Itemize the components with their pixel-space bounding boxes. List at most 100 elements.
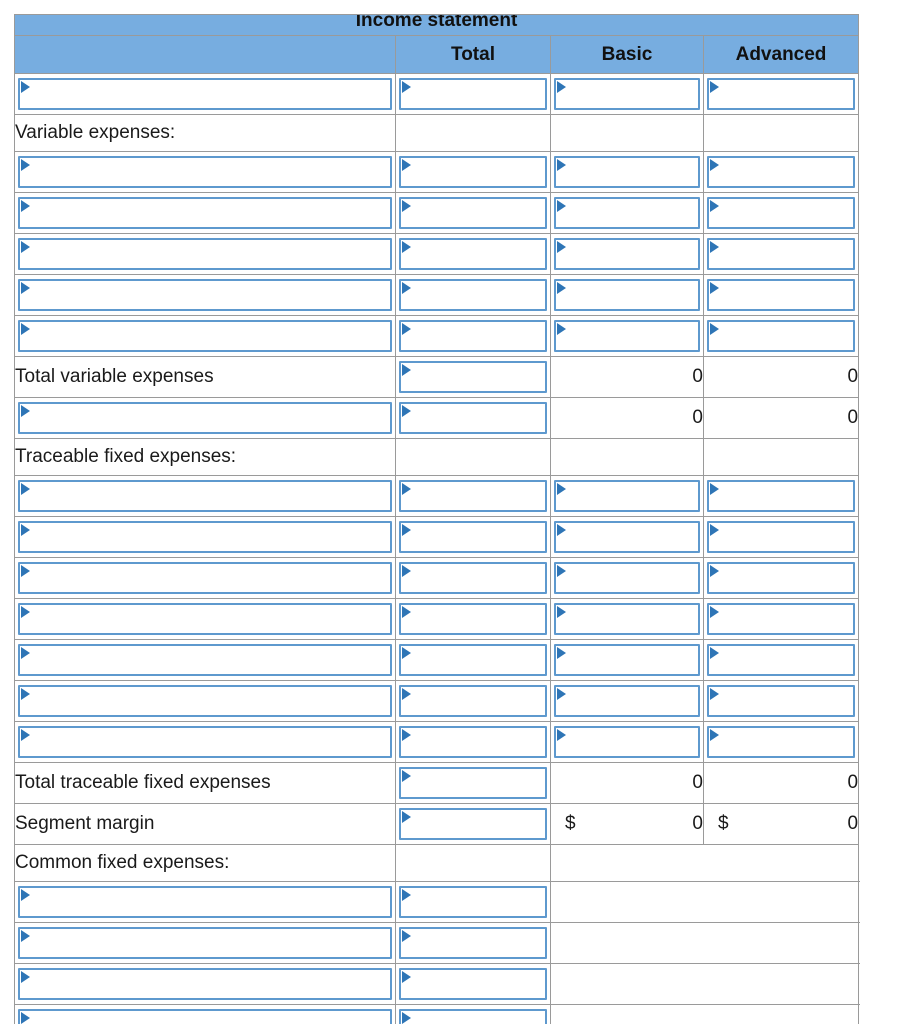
value-dropdown-cell-total[interactable] <box>395 598 551 640</box>
value-cell-basic[interactable]: 0 <box>550 397 704 439</box>
value-dropdown-basic[interactable] <box>554 197 700 229</box>
account-name-dropdown[interactable] <box>18 644 392 676</box>
account-name-dropdown[interactable] <box>18 562 392 594</box>
value-dropdown-total[interactable] <box>399 279 547 311</box>
value-dropdown-cell-basic[interactable] <box>550 274 704 316</box>
value-dropdown-cell-total[interactable] <box>395 516 551 558</box>
value-dropdown-basic[interactable] <box>554 685 700 717</box>
label-dropdown-cell[interactable] <box>14 881 396 923</box>
label-dropdown-cell[interactable] <box>14 639 396 681</box>
value-dropdown-cell-basic[interactable] <box>550 721 704 763</box>
value-dropdown-basic[interactable] <box>554 726 700 758</box>
account-name-dropdown[interactable] <box>18 402 392 434</box>
value-dropdown-total[interactable] <box>399 521 547 553</box>
value-dropdown-total[interactable] <box>399 562 547 594</box>
account-name-dropdown[interactable] <box>18 320 392 352</box>
value-dropdown-total[interactable] <box>399 78 547 110</box>
value-dropdown-advanced[interactable] <box>707 320 856 352</box>
value-dropdown-advanced[interactable] <box>707 279 856 311</box>
value-dropdown-total[interactable] <box>399 156 547 188</box>
money-cell-advanced[interactable]: $0 <box>702 803 860 845</box>
value-dropdown-cell-total[interactable] <box>395 192 551 234</box>
value-dropdown-cell-total[interactable] <box>395 881 551 923</box>
value-dropdown-total[interactable] <box>399 402 547 434</box>
account-name-dropdown[interactable] <box>18 156 392 188</box>
value-dropdown-advanced[interactable] <box>707 603 856 635</box>
value-dropdown-total[interactable] <box>399 968 547 1000</box>
value-cell-advanced[interactable]: 0 <box>702 356 860 398</box>
value-dropdown-total[interactable] <box>399 603 547 635</box>
label-dropdown-cell[interactable] <box>14 1004 396 1024</box>
account-name-dropdown[interactable] <box>18 279 392 311</box>
value-dropdown-cell-total[interactable] <box>395 680 551 722</box>
account-name-dropdown[interactable] <box>18 521 392 553</box>
value-dropdown-basic[interactable] <box>554 78 700 110</box>
value-dropdown-total[interactable] <box>399 808 547 840</box>
value-dropdown-basic[interactable] <box>554 603 700 635</box>
value-cell-advanced[interactable]: 0 <box>702 397 860 439</box>
label-dropdown-cell[interactable] <box>14 73 396 115</box>
value-dropdown-cell-total[interactable] <box>395 274 551 316</box>
value-dropdown-cell-total[interactable] <box>395 1004 551 1024</box>
value-dropdown-advanced[interactable] <box>707 480 856 512</box>
account-name-dropdown[interactable] <box>18 197 392 229</box>
value-dropdown-cell-total[interactable] <box>395 315 551 357</box>
label-dropdown-cell[interactable] <box>14 963 396 1005</box>
value-dropdown-total[interactable] <box>399 197 547 229</box>
value-dropdown-cell-advanced[interactable] <box>702 233 860 275</box>
value-dropdown-cell-total[interactable] <box>395 356 551 398</box>
account-name-dropdown[interactable] <box>18 480 392 512</box>
value-dropdown-cell-total[interactable] <box>395 475 551 517</box>
account-name-dropdown[interactable] <box>18 927 392 959</box>
value-dropdown-cell-total[interactable] <box>395 233 551 275</box>
label-dropdown-cell[interactable] <box>14 721 396 763</box>
label-dropdown-cell[interactable] <box>14 192 396 234</box>
label-dropdown-cell[interactable] <box>14 315 396 357</box>
value-dropdown-basic[interactable] <box>554 480 700 512</box>
value-cell-basic[interactable]: 0 <box>550 762 704 804</box>
value-dropdown-total[interactable] <box>399 927 547 959</box>
value-dropdown-cell-total[interactable] <box>395 721 551 763</box>
value-dropdown-total[interactable] <box>399 886 547 918</box>
value-dropdown-basic[interactable] <box>554 238 700 270</box>
label-dropdown-cell[interactable] <box>14 397 396 439</box>
value-dropdown-cell-total[interactable] <box>395 557 551 599</box>
value-dropdown-cell-total[interactable] <box>395 397 551 439</box>
value-dropdown-basic[interactable] <box>554 562 700 594</box>
label-dropdown-cell[interactable] <box>14 557 396 599</box>
value-cell-advanced[interactable]: 0 <box>702 762 860 804</box>
value-dropdown-cell-total[interactable] <box>395 963 551 1005</box>
value-dropdown-cell-total[interactable] <box>395 73 551 115</box>
value-dropdown-cell-advanced[interactable] <box>702 598 860 640</box>
money-cell-basic[interactable]: $0 <box>550 803 704 845</box>
value-dropdown-total[interactable] <box>399 767 547 799</box>
account-name-dropdown[interactable] <box>18 1009 392 1024</box>
value-dropdown-advanced[interactable] <box>707 521 856 553</box>
value-dropdown-cell-total[interactable] <box>395 922 551 964</box>
value-dropdown-basic[interactable] <box>554 644 700 676</box>
value-dropdown-total[interactable] <box>399 726 547 758</box>
value-dropdown-total[interactable] <box>399 644 547 676</box>
label-dropdown-cell[interactable] <box>14 922 396 964</box>
value-dropdown-cell-basic[interactable] <box>550 516 704 558</box>
label-dropdown-cell[interactable] <box>14 274 396 316</box>
value-dropdown-total[interactable] <box>399 238 547 270</box>
value-dropdown-cell-advanced[interactable] <box>702 639 860 681</box>
value-dropdown-cell-total[interactable] <box>395 762 551 804</box>
value-dropdown-cell-basic[interactable] <box>550 315 704 357</box>
account-name-dropdown[interactable] <box>18 726 392 758</box>
value-dropdown-advanced[interactable] <box>707 562 856 594</box>
label-dropdown-cell[interactable] <box>14 598 396 640</box>
value-dropdown-cell-advanced[interactable] <box>702 680 860 722</box>
value-dropdown-advanced[interactable] <box>707 78 856 110</box>
value-dropdown-cell-basic[interactable] <box>550 233 704 275</box>
value-dropdown-cell-advanced[interactable] <box>702 73 860 115</box>
value-dropdown-basic[interactable] <box>554 521 700 553</box>
value-dropdown-total[interactable] <box>399 361 547 393</box>
value-dropdown-cell-advanced[interactable] <box>702 557 860 599</box>
value-dropdown-cell-basic[interactable] <box>550 680 704 722</box>
value-cell-basic[interactable]: 0 <box>550 356 704 398</box>
label-dropdown-cell[interactable] <box>14 475 396 517</box>
value-dropdown-cell-basic[interactable] <box>550 598 704 640</box>
value-dropdown-total[interactable] <box>399 480 547 512</box>
